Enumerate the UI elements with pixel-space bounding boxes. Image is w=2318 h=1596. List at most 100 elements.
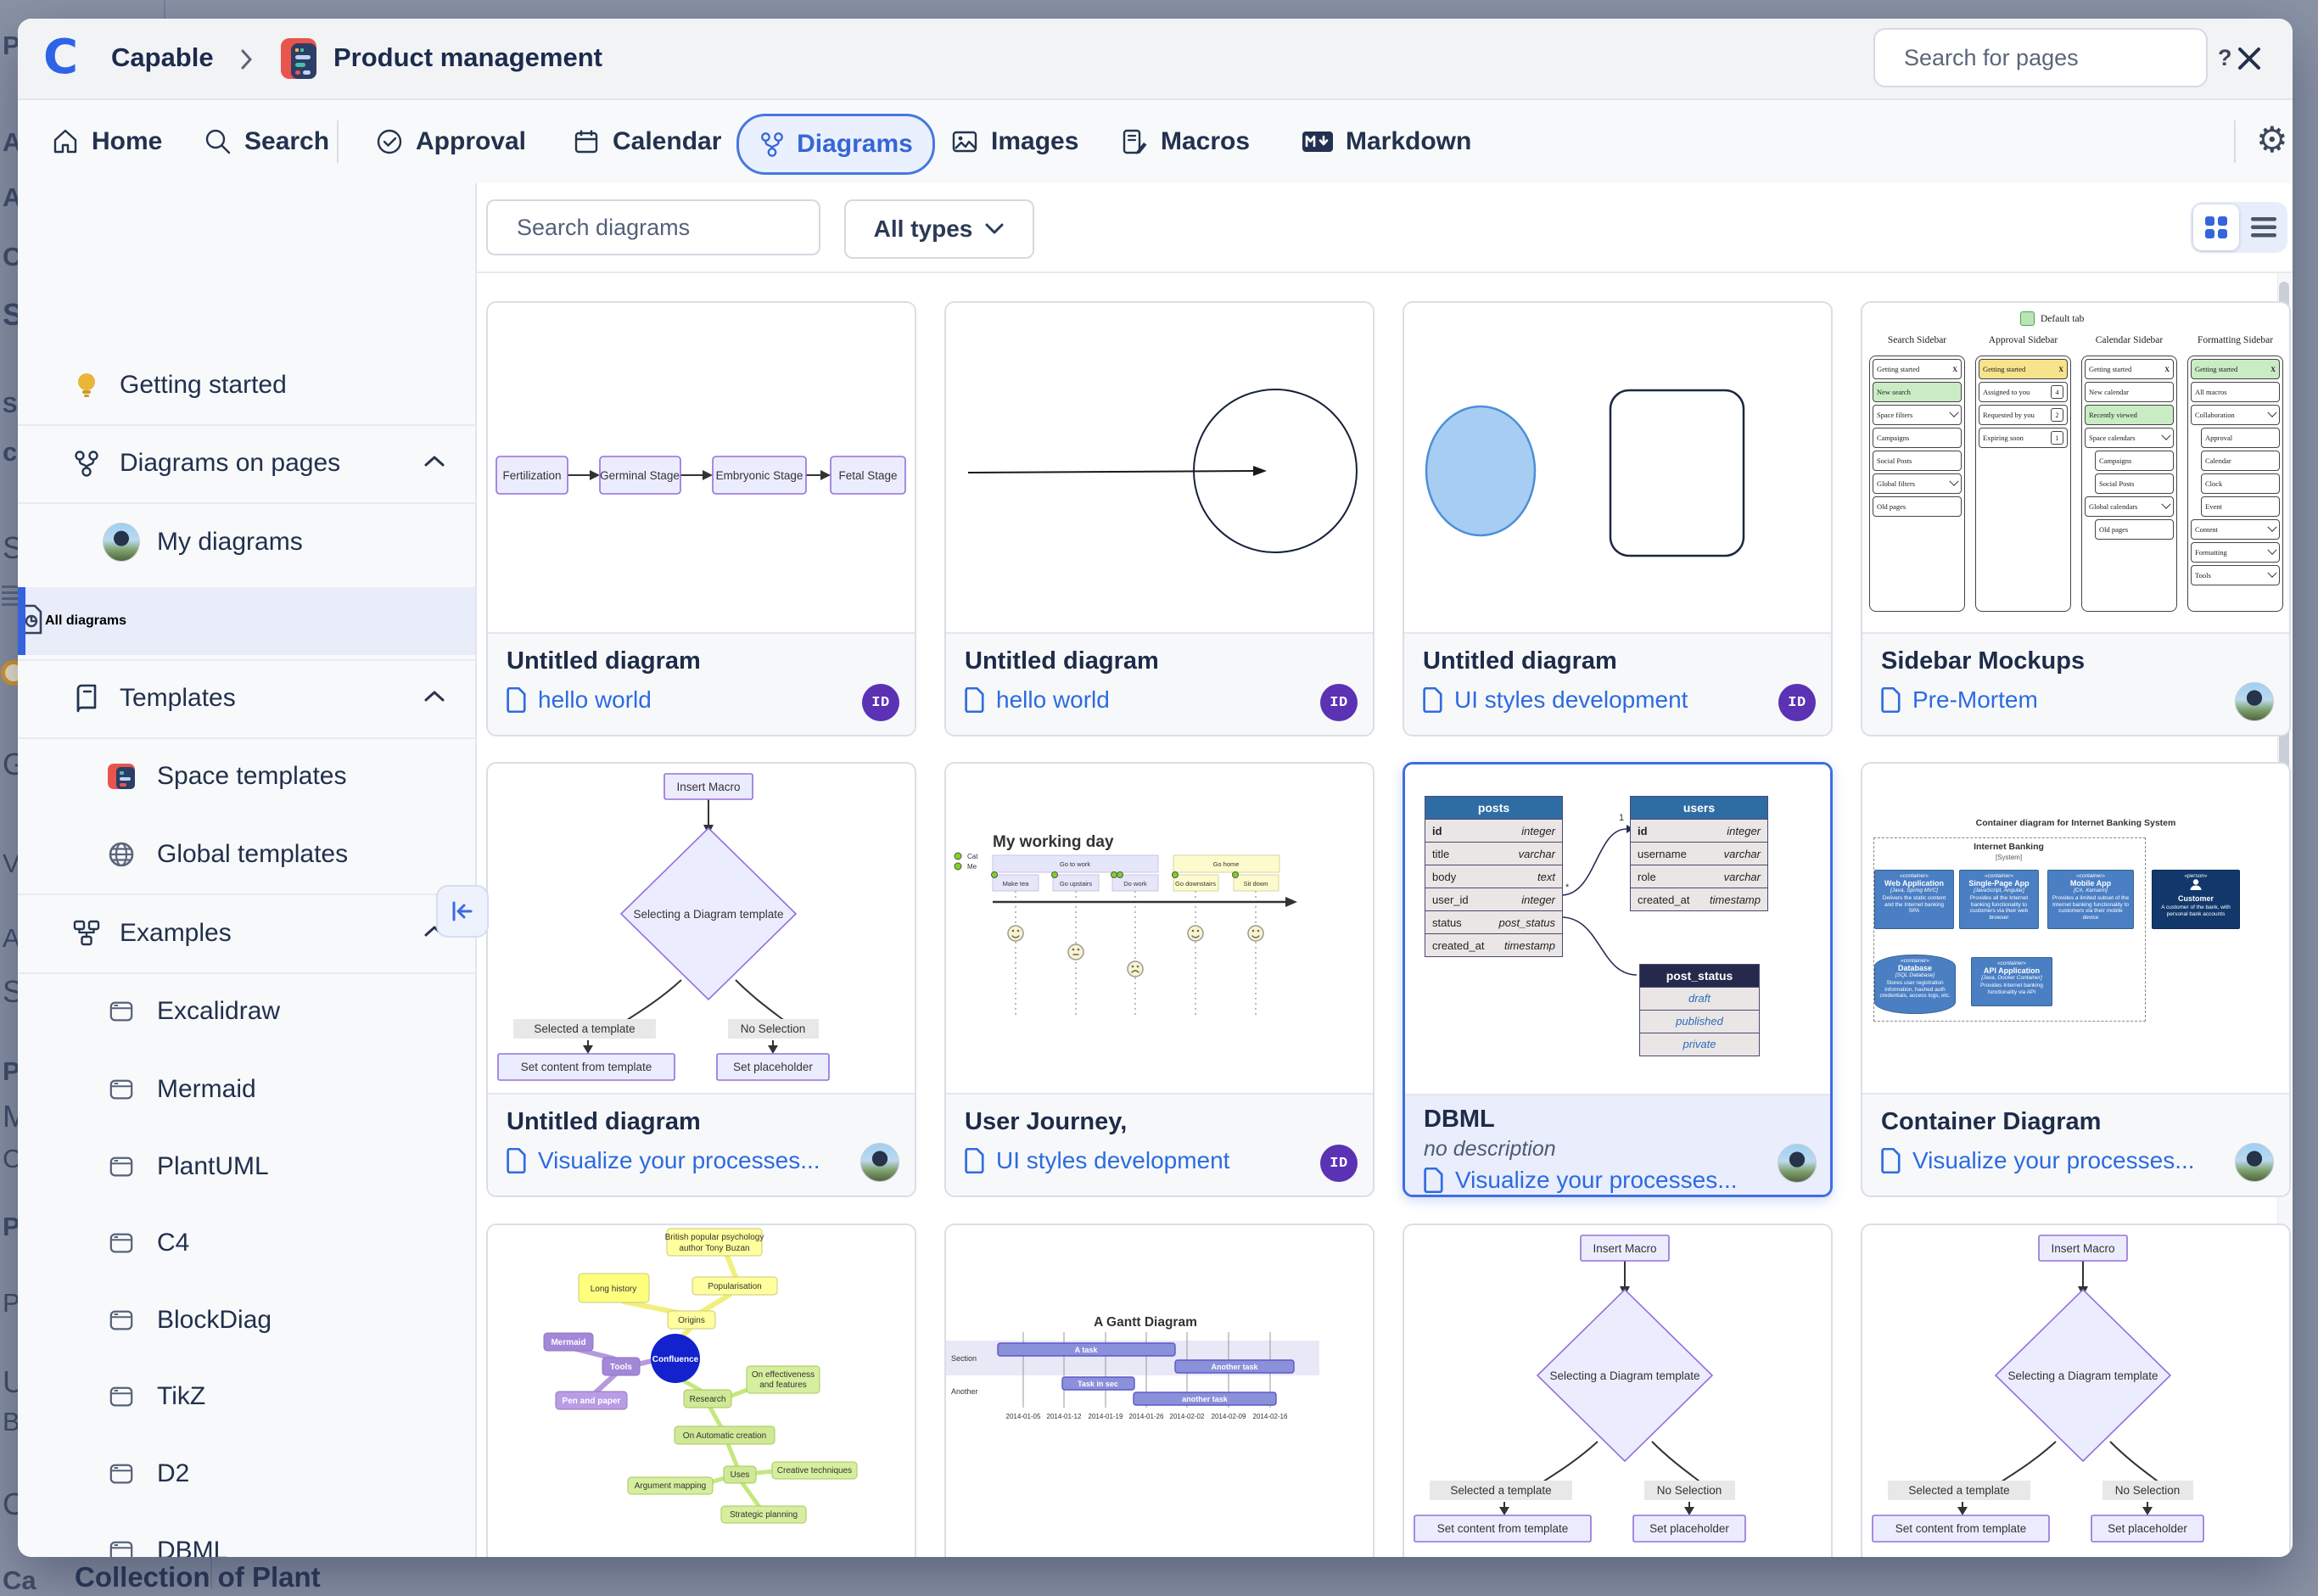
sidebar-collapse-button[interactable] bbox=[436, 885, 489, 938]
mindmap-node-label: Uses bbox=[731, 1470, 750, 1480]
mindmap-node-label: Research bbox=[690, 1395, 726, 1404]
diagram-card[interactable]: British popular psychology author Tony B… bbox=[486, 1224, 916, 1557]
flow-node-label: Insert Macro bbox=[676, 781, 740, 793]
tab-markdown[interactable]: Markdown bbox=[1302, 100, 1471, 183]
gantt-bar-label: Another task bbox=[1211, 1363, 1258, 1371]
card-page-link[interactable]: Visualize your processes... bbox=[1912, 1147, 2195, 1174]
tab-macros[interactable]: Macros bbox=[1120, 100, 1250, 183]
diagram-card[interactable]: A Gantt Diagram A task Another task Task… bbox=[944, 1224, 1375, 1557]
tab-calendar[interactable]: Calendar bbox=[572, 100, 721, 183]
card-caption: Untitled diagram hello world ID bbox=[946, 632, 1373, 735]
flow-node-label: Insert Macro bbox=[1593, 1242, 1656, 1255]
sidebar-item-all-diagrams-selected[interactable]: All diagrams bbox=[18, 587, 475, 655]
tab-home[interactable]: Home bbox=[51, 100, 162, 183]
sidebar-item-getting-started[interactable]: Getting started bbox=[18, 349, 475, 422]
mindmap-node-label: Long history bbox=[591, 1285, 636, 1294]
sidebar-section-diagrams-on-pages[interactable]: Diagrams on pages bbox=[18, 427, 475, 500]
diagram-card[interactable]: Fertilization Germinal Stage Embryonic S… bbox=[486, 301, 916, 736]
backdrop-lines-icon bbox=[2, 585, 19, 608]
mindmap-node-label: British popular psychology bbox=[665, 1233, 764, 1242]
capable-logo-icon[interactable]: C bbox=[43, 31, 78, 85]
sidebar-section-templates[interactable]: Templates bbox=[18, 662, 475, 735]
sidebar-item-tikz[interactable]: TikZ bbox=[18, 1360, 475, 1433]
diagram-thumbnail: Insert Macro Selecting a Diagram templat… bbox=[1404, 1225, 1831, 1554]
grid-view-button[interactable] bbox=[2193, 204, 2239, 250]
card-title: Sidebar Mockups bbox=[1881, 647, 2270, 675]
tab-approval[interactable]: Approval bbox=[375, 100, 526, 183]
backdrop-bottom-text: Collection of Plant bbox=[75, 1561, 321, 1593]
mindmap-node-label: author Tony Buzan bbox=[679, 1244, 749, 1253]
card-caption: Sidebar Mockups Pre-Mortem bbox=[1862, 632, 2289, 735]
images-icon bbox=[950, 127, 979, 156]
card-page-link[interactable]: Pre-Mortem bbox=[1912, 686, 2038, 714]
sidebar-item-blockdiag[interactable]: BlockDiag bbox=[18, 1284, 475, 1357]
backdrop-text: Ca bbox=[3, 1565, 36, 1596]
card-page-link[interactable]: Visualize your processes... bbox=[538, 1147, 820, 1174]
sidebar-section-examples[interactable]: Examples bbox=[18, 897, 475, 970]
tab-diagrams-active[interactable]: Diagrams bbox=[736, 114, 935, 175]
sidebar-item-mermaid[interactable]: Mermaid bbox=[18, 1053, 475, 1126]
tab-search[interactable]: Search bbox=[204, 100, 329, 183]
card-page-link[interactable]: Visualize your processes... bbox=[1455, 1167, 1738, 1194]
page-search[interactable]: ? bbox=[1873, 28, 2208, 87]
diagram-card[interactable]: Default tab Search Sidebar Approval Side… bbox=[1861, 301, 2291, 736]
c4-database: «container»Database[SQL Database]Stores … bbox=[1874, 955, 1956, 1014]
id-badge: ID bbox=[1320, 684, 1358, 721]
flow-node-label: Set placeholder bbox=[1649, 1522, 1729, 1535]
sidebar-item-c4[interactable]: C4 bbox=[18, 1207, 475, 1280]
card-page-link[interactable]: hello world bbox=[996, 686, 1110, 714]
list-view-button[interactable] bbox=[2239, 216, 2287, 239]
sidebar-item-label: C4 bbox=[157, 1229, 189, 1257]
markdown-icon bbox=[1302, 127, 1334, 156]
diagram-thumbnail: Container diagram for Internet Banking S… bbox=[1862, 764, 2289, 1093]
sidebar-item-excalidraw[interactable]: Excalidraw bbox=[18, 975, 475, 1048]
author-avatar bbox=[2235, 1143, 2274, 1182]
diagram-card[interactable]: Untitled diagram hello world ID bbox=[944, 301, 1375, 736]
c4-single-page-app: «container»Single-Page App[JavaScript, A… bbox=[1959, 870, 2039, 929]
cardinality-label: * bbox=[1565, 882, 1570, 893]
diagram-card[interactable]: Untitled diagram UI styles development I… bbox=[1403, 301, 1833, 736]
page-search-input[interactable] bbox=[1902, 44, 2206, 72]
flow-node-label: Fetal Stage bbox=[838, 469, 897, 482]
org-chart-icon bbox=[70, 919, 103, 948]
card-caption: DBML no description Visualize your proce… bbox=[1405, 1094, 1832, 1196]
page-icon bbox=[965, 687, 985, 713]
sidebar-item-space-templates[interactable]: Space templates bbox=[18, 740, 475, 813]
close-icon[interactable] bbox=[2231, 40, 2268, 77]
card-title: DBML bbox=[1424, 1106, 1813, 1134]
app-name[interactable]: Capable bbox=[111, 42, 214, 73]
card-page-link[interactable]: UI styles development bbox=[1454, 686, 1688, 714]
diagram-card[interactable]: Make tea Go upstairs Do work Go downstai… bbox=[944, 762, 1375, 1197]
card-page-link[interactable]: hello world bbox=[538, 686, 652, 714]
diagram-card[interactable]: Insert Macro Selecting a Diagram templat… bbox=[1403, 1224, 1833, 1557]
sidebar-item-d2[interactable]: D2 bbox=[18, 1437, 475, 1510]
diagram-thumbnail: Insert Macro Selecting a Diagram templat… bbox=[1862, 1225, 2289, 1554]
diagram-search[interactable] bbox=[486, 199, 820, 255]
sidebar-item-plantuml[interactable]: PlantUML bbox=[18, 1130, 475, 1203]
chevron-up-icon[interactable] bbox=[423, 688, 446, 709]
chevron-up-icon[interactable] bbox=[423, 453, 446, 474]
space-template-icon bbox=[103, 762, 140, 791]
journey-task-label: Do work bbox=[1123, 880, 1147, 888]
divider bbox=[18, 737, 475, 739]
gear-icon[interactable]: ⚙ bbox=[2256, 119, 2288, 160]
type-filter-dropdown[interactable]: All types bbox=[844, 199, 1034, 259]
diagram-card[interactable]: Insert Macro Selecting a Diagram templat… bbox=[486, 762, 916, 1197]
card-page-link[interactable]: UI styles development bbox=[996, 1147, 1229, 1174]
mockup-column-title: Approval Sidebar bbox=[1975, 335, 2071, 345]
sidebar-item-my-diagrams[interactable]: My diagrams bbox=[18, 506, 475, 579]
diagram-type-icon bbox=[103, 1154, 140, 1179]
sidebar-section-label: Templates bbox=[120, 684, 236, 713]
diagram-type-icon bbox=[103, 1461, 140, 1487]
tab-label: Home bbox=[92, 127, 162, 156]
diagram-card-selected[interactable]: * 1 posts idinteger titlevarchar bodytex… bbox=[1403, 762, 1833, 1197]
tab-images[interactable]: Images bbox=[950, 100, 1078, 183]
diagram-card[interactable]: Insert Macro Selecting a Diagram templat… bbox=[1861, 1224, 2291, 1557]
view-toggle bbox=[2191, 202, 2287, 253]
diagram-card[interactable]: Container diagram for Internet Banking S… bbox=[1861, 762, 2291, 1197]
sidebar-item-global-templates[interactable]: Global templates bbox=[18, 818, 475, 891]
sidebar-item-dbml[interactable]: DBML bbox=[18, 1515, 475, 1557]
diagram-type-icon bbox=[103, 1384, 140, 1409]
diagram-search-input[interactable] bbox=[515, 214, 819, 242]
breadcrumb-space-name[interactable]: Product management bbox=[333, 42, 602, 73]
